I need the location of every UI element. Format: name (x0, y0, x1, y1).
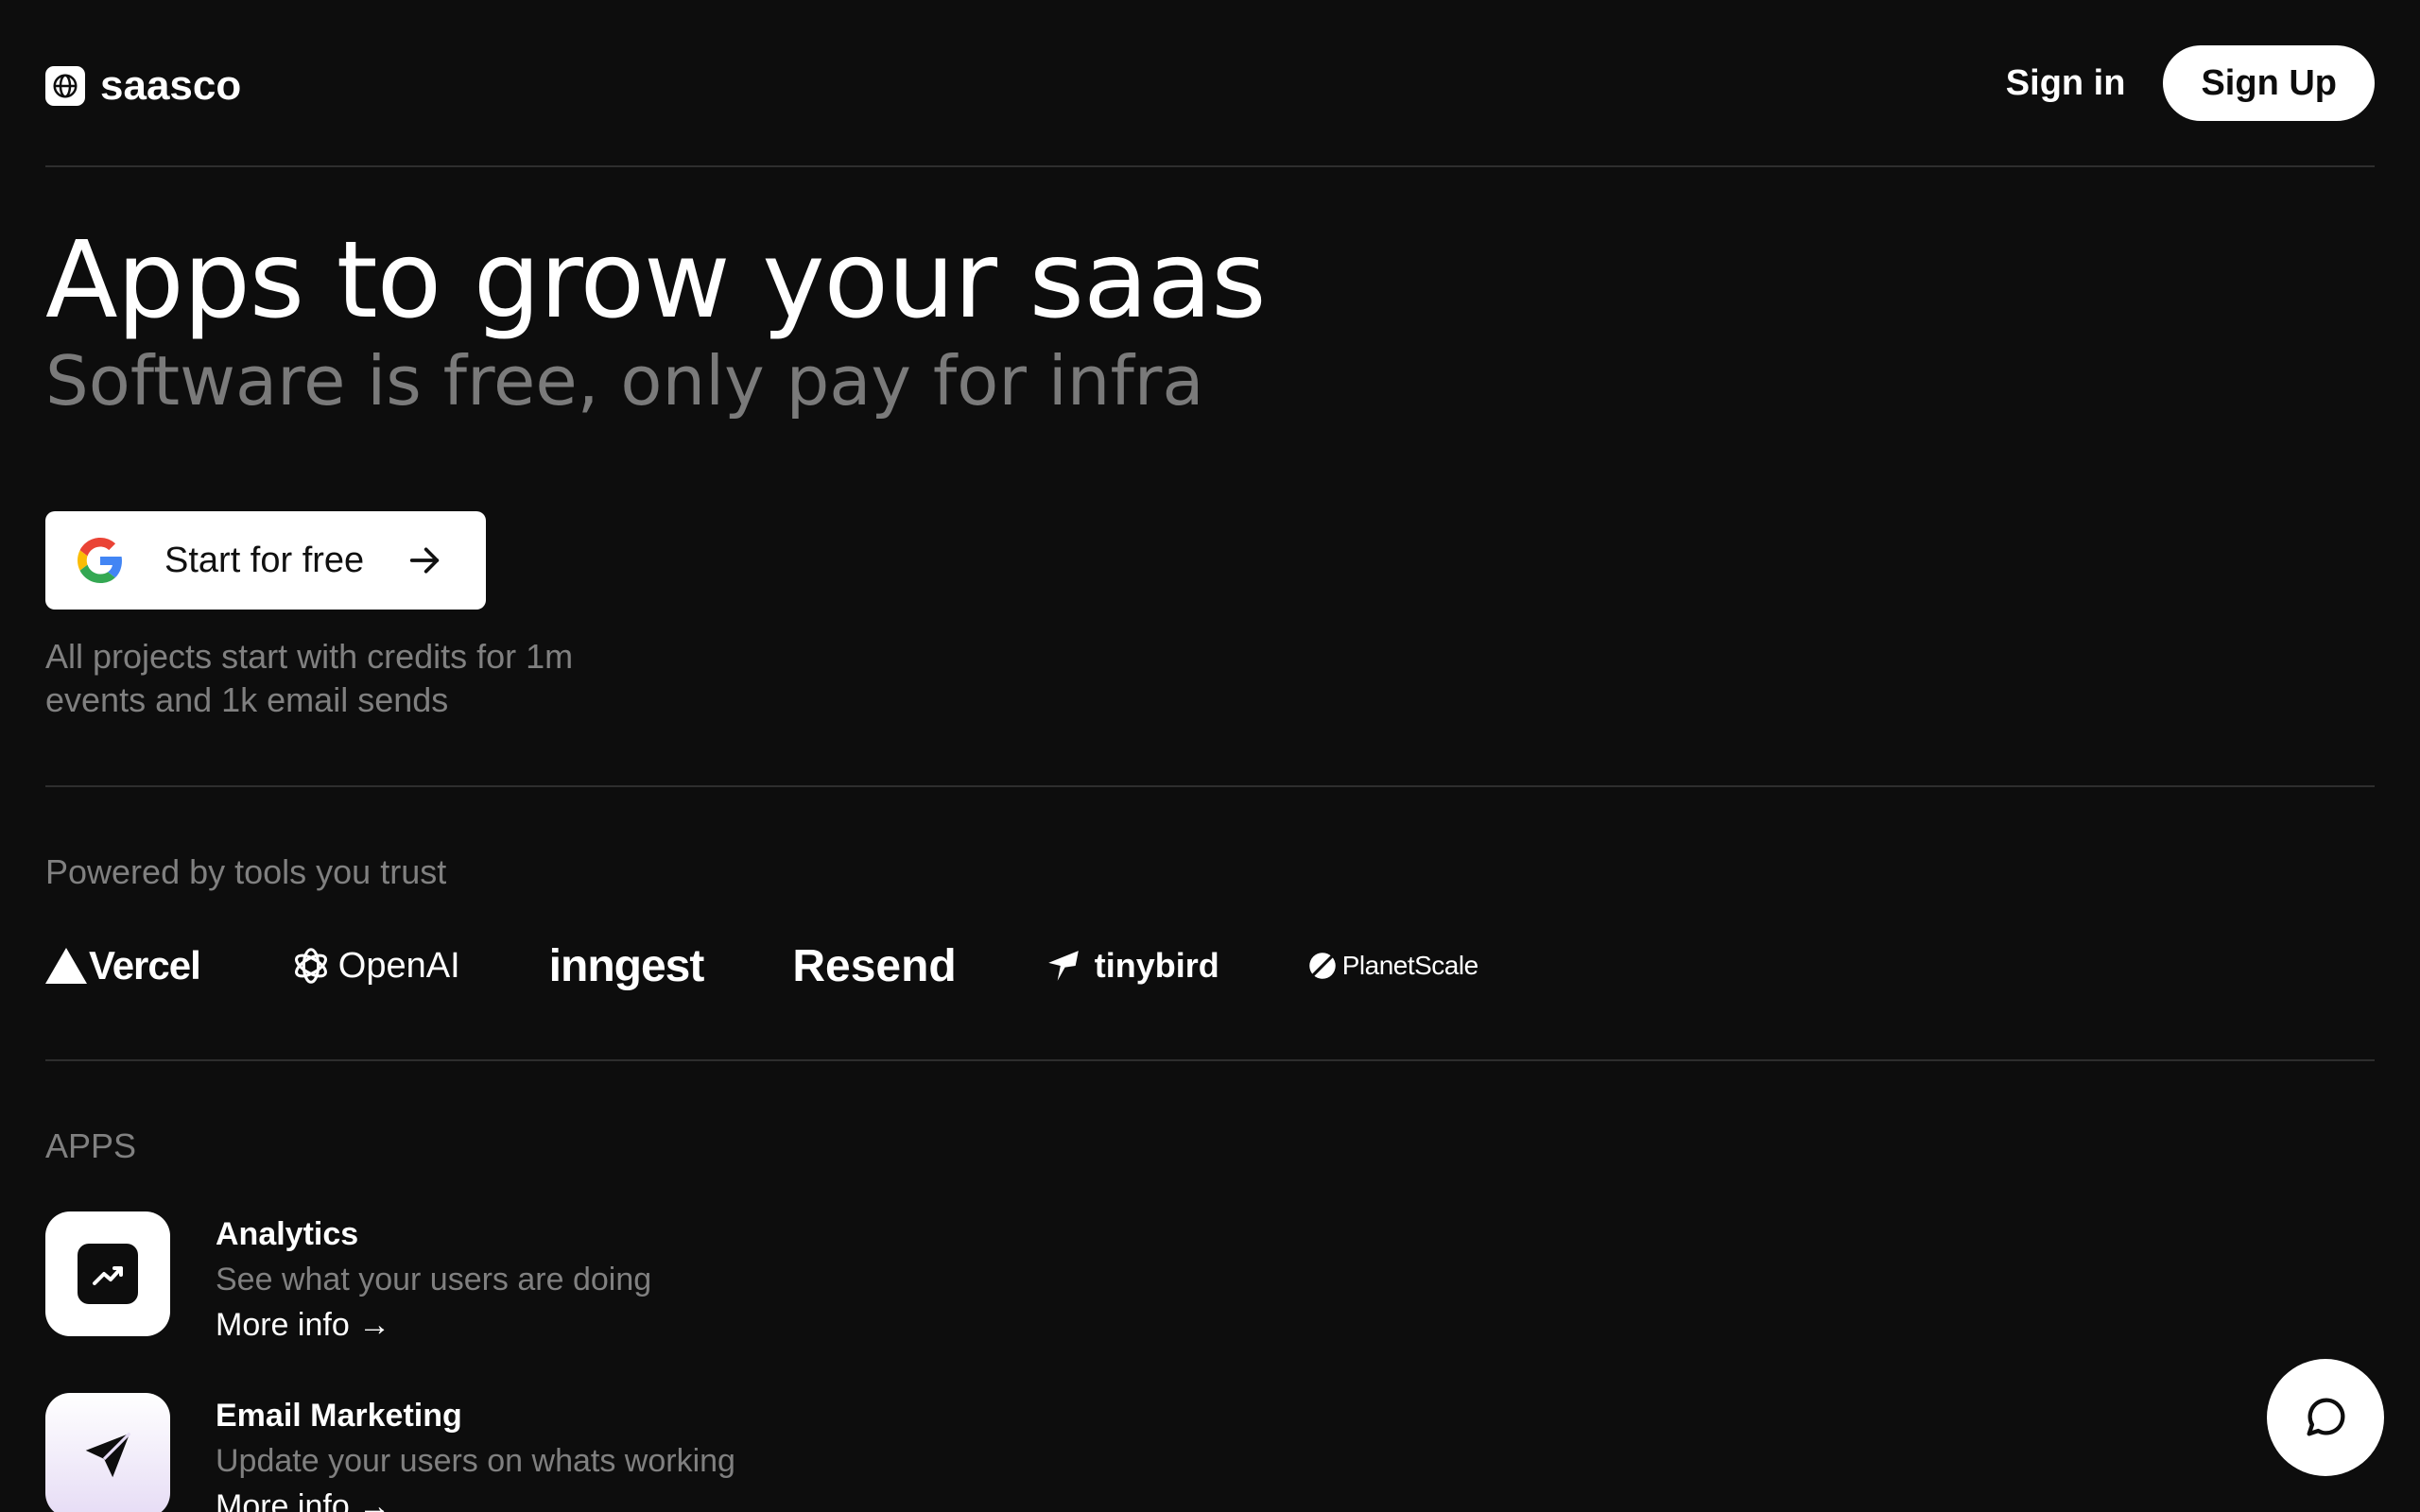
hero-title: Apps to grow your saas (45, 219, 1267, 342)
analytics-app-icon (45, 1211, 170, 1336)
brand-name: saasco (100, 62, 242, 109)
app-description: Update your users on whats working (216, 1443, 735, 1479)
resend-logo: Resend (792, 940, 957, 991)
globe-icon (45, 66, 85, 106)
email-marketing-app-icon (45, 1393, 170, 1512)
openai-logo: OpenAI (289, 944, 460, 988)
powered-by-label: Powered by tools you trust (45, 852, 447, 891)
divider (45, 1059, 2375, 1061)
app-name: Analytics (216, 1216, 359, 1252)
app-item-email-marketing[interactable]: Email Marketing Update your users on wha… (45, 1393, 896, 1512)
planetscale-icon (1308, 953, 1336, 979)
page: saasco Sign in Sign Up Apps to grow your… (0, 0, 2420, 1512)
app-item-analytics[interactable]: Analytics See what your users are doing … (45, 1211, 896, 1343)
more-info-link[interactable]: More info → (216, 1302, 651, 1348)
sign-in-link[interactable]: Sign in (2006, 63, 2126, 104)
google-icon (78, 538, 122, 583)
send-icon (85, 1432, 131, 1478)
tinybird-logo: tinybird (1046, 946, 1219, 986)
arrow-right-icon (410, 547, 440, 574)
more-info-link[interactable]: More info → (216, 1484, 735, 1512)
trending-up-icon (78, 1244, 138, 1304)
vercel-logo: Vercel (45, 943, 201, 988)
app-text: Analytics See what your users are doing … (216, 1211, 651, 1348)
app-name: Email Marketing (216, 1398, 462, 1434)
brand-logo[interactable]: saasco (45, 62, 241, 110)
partner-logos: Vercel OpenAI inngest Resend tinybird Pl… (45, 936, 1567, 996)
apps-section-label: APPS (45, 1126, 137, 1165)
inngest-logo: inngest (548, 940, 705, 991)
chat-widget-button[interactable] (2267, 1359, 2384, 1476)
planetscale-logo: PlanetScale (1308, 951, 1478, 981)
divider (45, 785, 2375, 787)
credits-note: All projects start with credits for 1m e… (45, 637, 574, 719)
main-container: saasco Sign in Sign Up Apps to grow your… (45, 0, 2375, 1512)
app-description: See what your users are doing (216, 1262, 652, 1297)
auth-actions: Sign in Sign Up (2006, 45, 2375, 121)
sign-up-button[interactable]: Sign Up (2163, 45, 2375, 121)
vercel-triangle-icon (45, 948, 87, 984)
top-nav: saasco Sign in Sign Up (45, 0, 2375, 167)
start-for-free-label: Start for free (164, 540, 365, 580)
chat-bubble-icon (2307, 1398, 2345, 1436)
start-for-free-button[interactable]: Start for free (45, 511, 486, 610)
openai-icon (294, 948, 327, 984)
tinybird-icon (1047, 951, 1079, 981)
app-text: Email Marketing Update your users on wha… (216, 1393, 735, 1512)
hero-subtitle: Software is free, only pay for infra (45, 341, 1204, 421)
